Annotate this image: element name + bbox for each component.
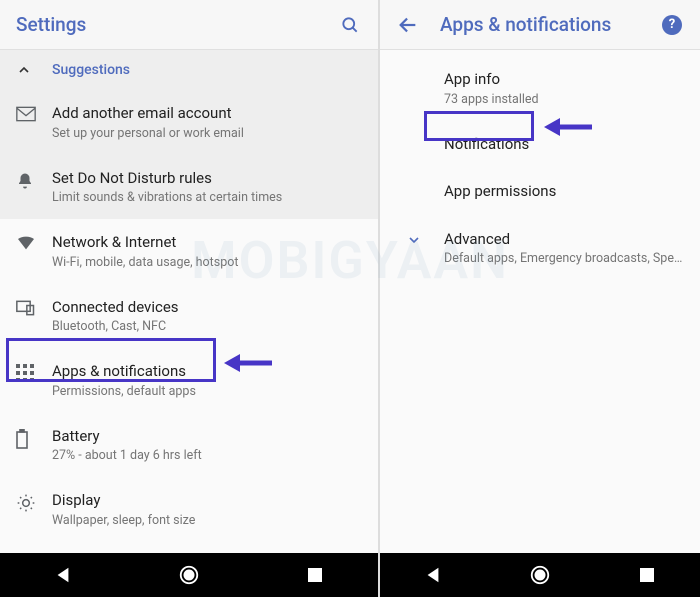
mail-icon <box>16 104 52 122</box>
list-title: Connected devices <box>52 298 362 318</box>
nav-back-icon[interactable] <box>422 564 444 586</box>
apps-notifications-pane: Apps & notifications ? App info 73 apps … <box>380 0 700 597</box>
list-title: Apps & notifications <box>52 362 362 382</box>
nav-bar <box>380 553 700 597</box>
suggestion-email[interactable]: Add another email account Set up your pe… <box>0 90 378 155</box>
list-title: App info <box>444 70 684 90</box>
chevron-down-icon <box>406 230 444 248</box>
nav-back-icon[interactable] <box>52 564 74 586</box>
back-arrow-icon[interactable] <box>396 13 420 37</box>
apps-header: Apps & notifications ? <box>380 0 700 50</box>
list-title: Set Do Not Disturb rules <box>52 169 362 189</box>
item-app-permissions[interactable]: App permissions <box>380 168 700 216</box>
settings-pane: Settings Suggestions Add another email a… <box>0 0 380 597</box>
list-subtitle: Permissions, default apps <box>52 384 362 399</box>
nav-bar <box>0 553 378 597</box>
list-subtitle: Limit sounds & vibrations at certain tim… <box>52 190 362 205</box>
wifi-icon <box>16 233 52 251</box>
suggestion-dnd[interactable]: Set Do Not Disturb rules Limit sounds & … <box>0 155 378 220</box>
list-subtitle: Wallpaper, sleep, font size <box>52 513 362 528</box>
list-subtitle: Set up your personal or work email <box>52 126 362 141</box>
apps-title: Apps & notifications <box>440 13 660 36</box>
search-icon[interactable] <box>338 13 362 37</box>
help-icon[interactable]: ? <box>660 13 684 37</box>
item-network[interactable]: Network & Internet Wi-Fi, mobile, data u… <box>0 219 378 284</box>
spacer <box>406 182 444 184</box>
list-subtitle: 73 apps installed <box>444 92 684 107</box>
spacer <box>406 70 444 72</box>
nav-recents-icon[interactable] <box>304 564 326 586</box>
brightness-icon <box>16 491 52 513</box>
list-subtitle: Bluetooth, Cast, NFC <box>52 319 362 334</box>
list-subtitle: Default apps, Emergency broadcasts, Spec… <box>444 251 684 266</box>
list-title: App permissions <box>444 182 684 202</box>
devices-icon <box>16 298 52 316</box>
item-advanced[interactable]: Advanced Default apps, Emergency broadca… <box>380 216 700 281</box>
apps-grid-icon <box>16 362 52 382</box>
item-connected-devices[interactable]: Connected devices Bluetooth, Cast, NFC <box>0 284 378 349</box>
item-display[interactable]: Display Wallpaper, sleep, font size <box>0 477 378 542</box>
item-apps-notifications[interactable]: Apps & notifications Permissions, defaul… <box>0 348 378 413</box>
item-notifications[interactable]: Notifications <box>380 121 700 169</box>
list-subtitle: Wi-Fi, mobile, data usage, hotspot <box>52 255 362 270</box>
settings-title: Settings <box>16 13 338 36</box>
suggestions-label: Suggestions <box>52 62 130 78</box>
list-subtitle: 27% - about 1 day 6 hrs left <box>52 448 362 463</box>
nav-recents-icon[interactable] <box>636 564 658 586</box>
list-title: Display <box>52 491 362 511</box>
settings-header: Settings <box>0 0 378 50</box>
suggestions-header[interactable]: Suggestions <box>0 50 378 90</box>
list-title: Add another email account <box>52 104 362 124</box>
item-battery[interactable]: Battery 27% - about 1 day 6 hrs left <box>0 413 378 478</box>
nav-home-icon[interactable] <box>178 564 200 586</box>
list-title: Advanced <box>444 230 684 250</box>
nav-home-icon[interactable] <box>529 564 551 586</box>
suggestions-section: Suggestions Add another email account Se… <box>0 50 378 219</box>
bell-icon <box>16 169 52 191</box>
list-title: Network & Internet <box>52 233 362 253</box>
battery-icon <box>16 427 52 449</box>
chevron-up-icon <box>16 62 52 78</box>
list-title: Notifications <box>444 135 684 155</box>
item-app-info[interactable]: App info 73 apps installed <box>380 56 700 121</box>
spacer <box>406 135 444 137</box>
list-title: Battery <box>52 427 362 447</box>
